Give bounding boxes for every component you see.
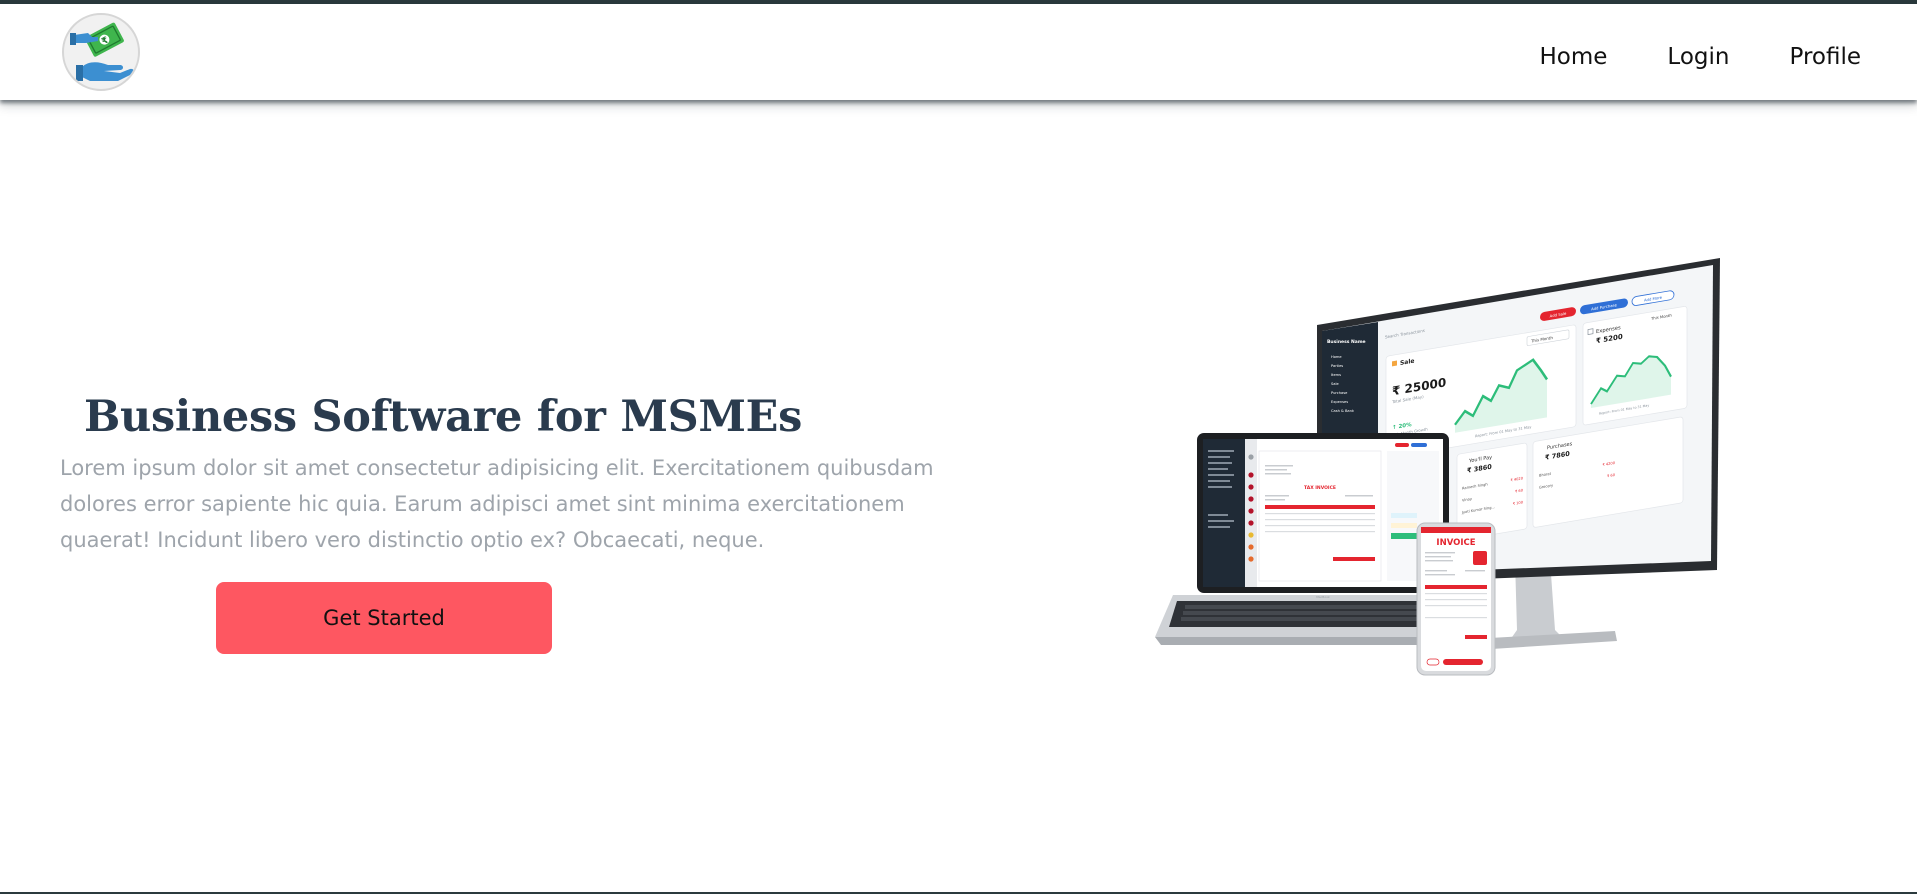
monitor-menu-item: Expenses	[1331, 400, 1348, 404]
monitor-business-name: Business Name	[1327, 339, 1366, 345]
hero-title: Business Software for MSMEs	[84, 392, 803, 442]
logo[interactable]: ₹	[62, 13, 140, 91]
nav-profile-link[interactable]: Profile	[1789, 40, 1861, 74]
monitor-menu-item: Items	[1331, 373, 1341, 377]
hero-description: Lorem ipsum dolor sit amet consectetur a…	[60, 456, 934, 552]
laptop-invoice-title: TAX INVOICE	[1304, 485, 1336, 491]
monitor-menu-item: Cash & Bank	[1331, 409, 1355, 413]
phone-image: INVOICE	[1416, 522, 1496, 676]
navbar: ₹ Home Login Profile	[0, 4, 1917, 100]
nav-home-link[interactable]: Home	[1540, 40, 1608, 74]
monitor-menu-item: Home	[1331, 355, 1342, 359]
nav-links: Home Login Profile	[1540, 40, 1862, 74]
product-devices-illustration: Business Name Home Parties Items Sale Pu…	[1155, 258, 1720, 676]
hand-money-logo-icon: ₹	[70, 22, 134, 81]
monitor-menu-item: Parties	[1331, 364, 1343, 368]
monitor-menu-item: Sale	[1331, 382, 1339, 386]
nav-login-link[interactable]: Login	[1667, 40, 1729, 74]
laptop-brand: MacBook	[1316, 595, 1330, 599]
phone-invoice-title: INVOICE	[1436, 538, 1475, 548]
get-started-button[interactable]: Get Started	[216, 582, 552, 654]
monitor-menu-item: Purchase	[1331, 391, 1348, 395]
